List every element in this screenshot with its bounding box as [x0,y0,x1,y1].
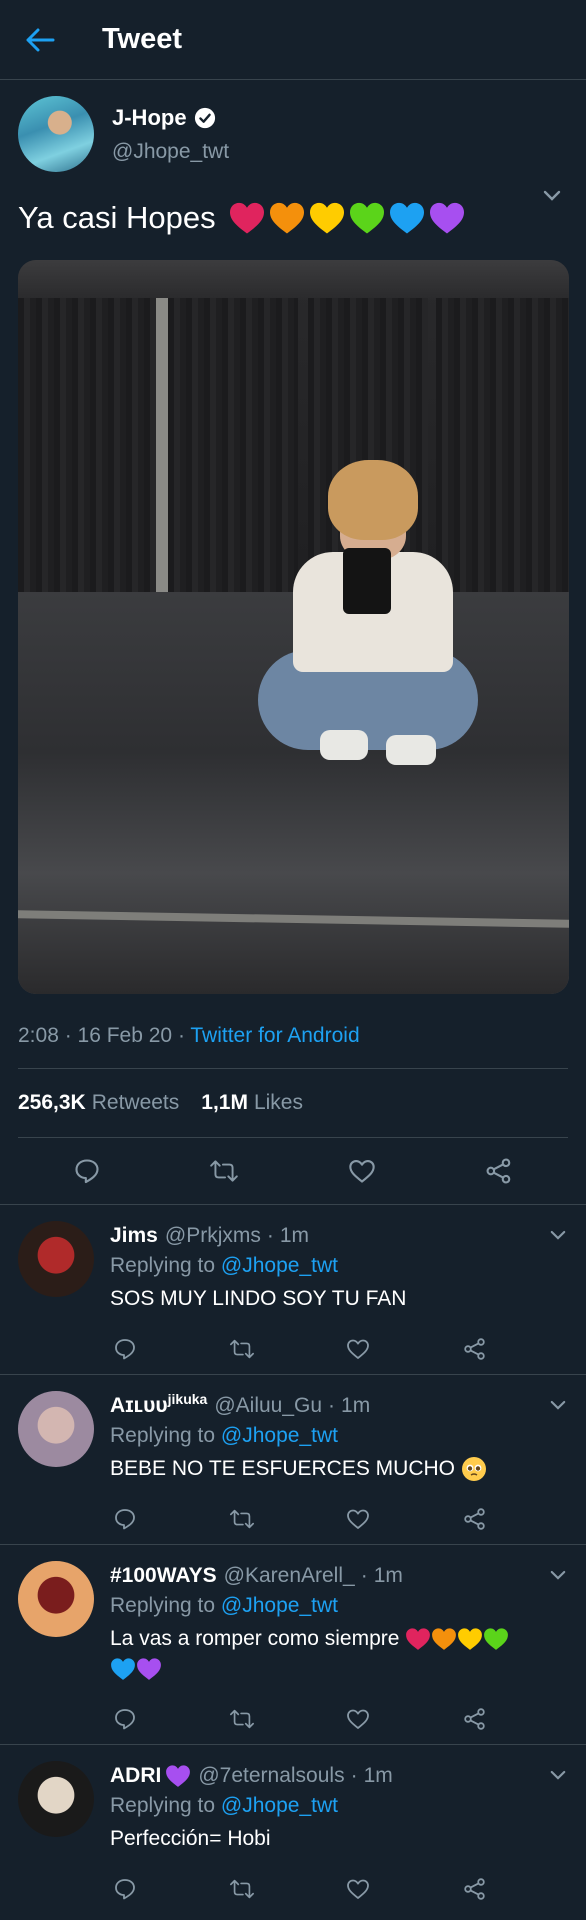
heart-emoji-icon [166,1765,191,1788]
heart-emoji-icon [229,202,264,234]
back-arrow-icon[interactable] [0,0,80,80]
likes-label[interactable]: Likes [254,1091,303,1115]
chevron-down-icon[interactable] [546,1393,570,1417]
reply-icon[interactable] [112,1506,138,1532]
chevron-down-icon[interactable] [546,1223,570,1247]
retweets-count[interactable]: 256,3K [18,1091,86,1115]
reply-time: 1m [373,1564,403,1587]
reply-tweet[interactable]: #100WAYS @KarenArell_ · 1m Replying to @… [0,1544,586,1744]
mention-link[interactable]: @Jhope_twt [221,1594,338,1617]
reply-text: Perfección= Hobi [110,1827,271,1851]
heart-emoji-row [228,201,466,235]
tweet-actions [18,1138,568,1204]
share-icon[interactable] [462,1876,488,1902]
like-heart-icon[interactable] [345,1506,371,1532]
heart-emoji-icon [458,1628,483,1651]
retweet-icon[interactable] [229,1336,255,1362]
heart-emoji-icon [349,202,384,234]
heart-emoji-icon [484,1628,509,1651]
like-heart-icon[interactable] [345,1336,371,1362]
tweet-meta: 2:08 · 16 Feb 20 · Twitter for Android [18,1024,568,1069]
replies-list: Jims @Prkjxms · 1m Replying to @Jhope_tw… [0,1204,586,1914]
mention-link[interactable]: @Jhope_twt [221,1424,338,1447]
retweet-icon[interactable] [229,1506,255,1532]
mention-link[interactable]: @Jhope_twt [221,1254,338,1277]
share-icon[interactable] [462,1706,488,1732]
heart-emoji-icon [432,1628,457,1651]
page-title: Tweet [102,23,183,55]
reply-time: 1m [279,1224,310,1247]
reply-avatar[interactable] [18,1391,94,1467]
replying-to: Replying to @Jhope_twt [110,1794,338,1818]
chevron-down-icon[interactable] [546,1563,570,1587]
share-icon[interactable] [462,1336,488,1362]
tweet-text: Ya casi Hopes [18,198,568,238]
share-icon[interactable] [484,1156,514,1186]
reply-avatar[interactable] [18,1761,94,1837]
reply-author-name[interactable]: Jims [110,1221,158,1248]
pleading-face-emoji-icon [461,1457,486,1482]
retweet-icon[interactable] [229,1876,255,1902]
reply-icon[interactable] [72,1156,102,1186]
likes-count[interactable]: 1,1M [201,1091,248,1115]
reply-author-handle[interactable]: @Prkjxms [165,1224,261,1248]
tweet-source-link[interactable]: Twitter for Android [190,1024,359,1047]
reply-text: La vas a romper como siempre [110,1624,568,1684]
tweet-timestamp: 2:08 · 16 Feb 20 · [18,1024,191,1047]
top-bar: Tweet [0,0,586,80]
reply-author-name[interactable]: ADRI [110,1761,161,1788]
like-heart-icon[interactable] [345,1876,371,1902]
heart-emoji-icon [269,202,304,234]
replying-to: Replying to @Jhope_twt [110,1254,338,1277]
reply-avatar[interactable] [18,1561,94,1637]
author-name[interactable]: J-Hope [112,105,187,131]
reply-author-handle[interactable]: @Ailuu_Gu [214,1394,322,1418]
tweet-stats: 256,3K Retweets 1,1M Likes [18,1069,568,1138]
reply-tweet[interactable]: Jims @Prkjxms · 1m Replying to @Jhope_tw… [0,1204,586,1374]
reply-icon[interactable] [112,1706,138,1732]
retweet-icon[interactable] [229,1706,255,1732]
reply-author-name[interactable]: Aɪʟᴜᴜjikuka [110,1391,207,1418]
reply-author-name[interactable]: #100WAYS [110,1561,217,1588]
chevron-down-icon[interactable] [546,1763,570,1787]
like-heart-icon[interactable] [345,1706,371,1732]
reply-time: 1m [341,1394,371,1417]
reply-actions [112,1502,488,1536]
author-handle[interactable]: @Jhope_twt [112,140,229,164]
chevron-down-icon[interactable] [540,184,564,208]
mention-link[interactable]: @Jhope_twt [221,1794,338,1817]
heart-emoji-icon [389,202,424,234]
heart-emoji-icon [309,202,344,234]
reply-actions [112,1872,488,1906]
reply-text: SOS MUY LINDO SOY TU FAN [110,1287,407,1310]
replying-to: Replying to @Jhope_twt [110,1424,338,1447]
retweets-label[interactable]: Retweets [92,1091,180,1115]
reply-tweet[interactable]: Aɪʟᴜᴜjikuka @Ailuu_Gu · 1m Replying to @… [0,1374,586,1544]
replying-to: Replying to @Jhope_twt [110,1594,338,1617]
heart-emoji-icon [429,202,464,234]
heart-emoji-icon [111,1658,135,1681]
reply-avatar[interactable] [18,1221,94,1297]
reply-tweet[interactable]: ADRI @7eternalsouls · 1m Replying to @Jh… [0,1744,586,1914]
heart-emoji-icon [406,1628,431,1651]
reply-icon[interactable] [112,1876,138,1902]
retweet-icon[interactable] [209,1156,239,1186]
share-icon[interactable] [462,1506,488,1532]
verified-badge-icon [194,107,215,129]
author-avatar[interactable] [18,96,94,172]
reply-author-handle[interactable]: @7eternalsouls [198,1764,344,1788]
reply-author-handle[interactable]: @KarenArell_ [224,1564,355,1588]
reply-icon[interactable] [112,1336,138,1362]
reply-actions [112,1332,488,1366]
reply-text: BEBE NO TE ESFUERCES MUCHO [110,1454,568,1484]
tweet-author: J-Hope @Jhope_twt [18,96,568,172]
tweet-photo[interactable] [18,260,569,994]
heart-emoji-icon [137,1658,161,1681]
like-heart-icon[interactable] [347,1156,377,1186]
main-tweet: J-Hope @Jhope_twt Ya casi Hopes 2:08 · 1… [0,80,586,1204]
reply-time: 1m [363,1764,393,1787]
reply-actions [112,1702,488,1736]
tweet-text-content: Ya casi Hopes [18,200,216,235]
